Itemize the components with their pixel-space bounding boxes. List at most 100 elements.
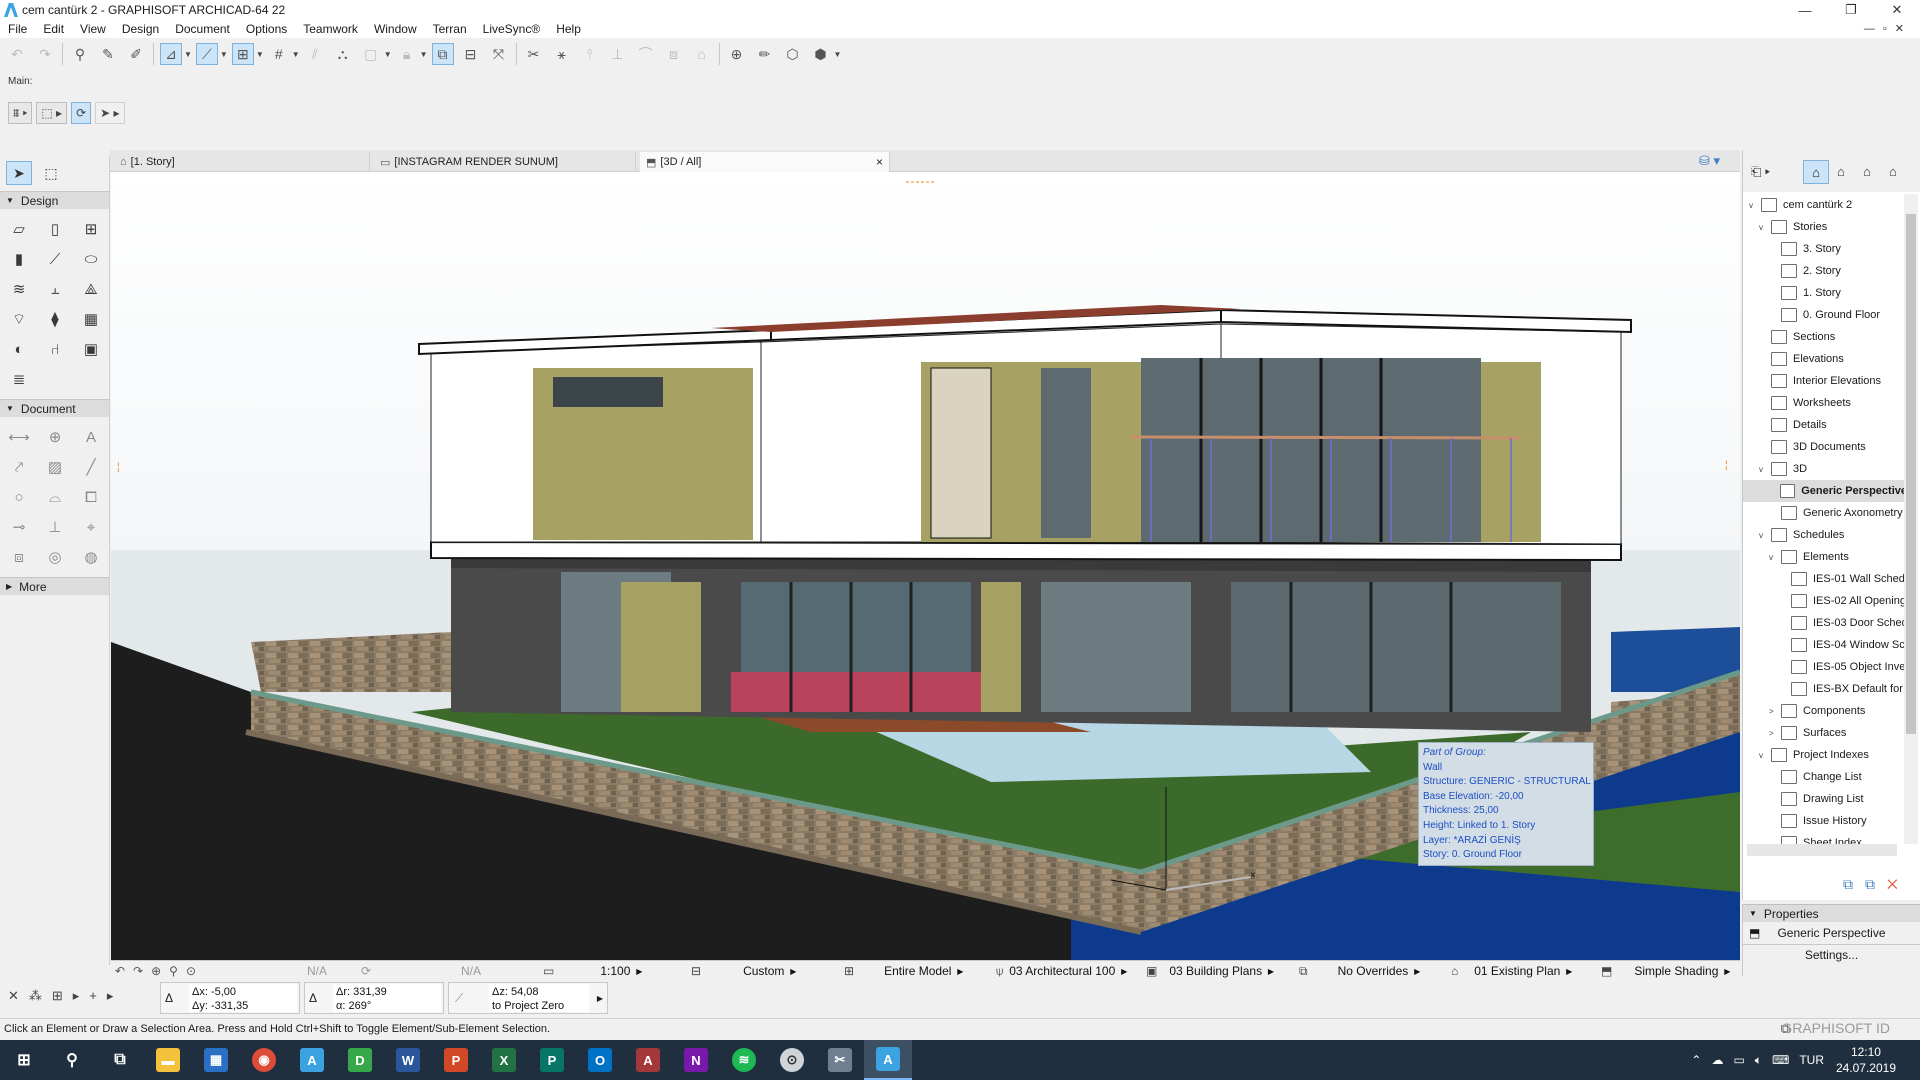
- 3d-pen-icon[interactable]: ✏: [754, 43, 776, 65]
- menu-options[interactable]: Options: [246, 22, 287, 36]
- menu-terran[interactable]: Terran: [433, 22, 467, 36]
- 3d-explode-icon[interactable]: ⊕: [726, 43, 748, 65]
- renovation-filter-selector[interactable]: ⌂ 01 Existing Plan ▶: [1451, 961, 1572, 981]
- tree-item-sections[interactable]: Sections: [1759, 326, 1835, 348]
- suspend-groups-icon[interactable]: ⛬: [332, 43, 354, 65]
- beam-tool-icon[interactable]: ⟋: [42, 247, 68, 271]
- tree-item-story[interactable]: 3. Story: [1769, 238, 1841, 260]
- menu-livesync[interactable]: LiveSync®: [483, 22, 541, 36]
- stair-tool-icon[interactable]: ≋: [6, 277, 32, 301]
- settings-button[interactable]: Settings...: [1743, 944, 1920, 964]
- grid-snap-icon[interactable]: #: [268, 43, 290, 65]
- line-tool-icon[interactable]: ╱: [78, 455, 104, 479]
- chevron-right-icon[interactable]: ▶: [597, 994, 603, 1003]
- tree-item-index[interactable]: Change List: [1769, 766, 1862, 788]
- layout-icon[interactable]: ⊟: [460, 43, 482, 65]
- element-filter-button[interactable]: ⩩ ▸: [8, 102, 33, 124]
- 3d-navigation-icon[interactable]: ⬢: [810, 43, 832, 65]
- tree-toggle-icon[interactable]: >: [1769, 729, 1779, 738]
- chevron-down-icon[interactable]: ▼: [292, 50, 300, 59]
- start-button[interactable]: ⊞: [0, 1040, 48, 1080]
- view-nav-icons[interactable]: ↶↷⊕⚲⊙: [115, 961, 204, 981]
- cloud-icon[interactable]: ☁: [1711, 1053, 1723, 1067]
- taskbar-app[interactable]: A: [288, 1040, 336, 1080]
- tree-item-story[interactable]: 0. Ground Floor: [1769, 304, 1880, 326]
- properties-header[interactable]: ▼ Properties: [1743, 904, 1920, 922]
- 3d-style-icon[interactable]: ⛁ ▾: [1699, 153, 1720, 169]
- split-icon[interactable]: ✂: [523, 43, 545, 65]
- menu-view[interactable]: View: [80, 22, 106, 36]
- pointer-button[interactable]: ➤ ▸: [95, 102, 125, 124]
- tree-item-schedule[interactable]: IES-01 Wall Schedule: [1779, 568, 1907, 590]
- taskbar-app[interactable]: A: [624, 1040, 672, 1080]
- shading-selector[interactable]: ⬒ Simple Shading ▶: [1601, 961, 1730, 981]
- marquee-tool-icon[interactable]: ⬚: [38, 161, 64, 185]
- nav-arrows-icon[interactable]: ⟳: [361, 961, 371, 981]
- chevron-down-icon[interactable]: ▼: [220, 50, 228, 59]
- rotate-orbit-button[interactable]: ⟳: [71, 102, 92, 124]
- mvo-selector[interactable]: ▣ 03 Building Plans ▶: [1146, 961, 1274, 981]
- tree-toggle-icon[interactable]: >: [1769, 707, 1779, 716]
- curtain-wall-tool-icon[interactable]: ▦: [78, 307, 104, 331]
- detail-tool-icon[interactable]: ◎: [42, 545, 68, 569]
- document-section-header[interactable]: ▼ Document: [0, 399, 109, 417]
- group-icon[interactable]: ▢: [360, 43, 382, 65]
- level-dimension-icon[interactable]: ⊕: [42, 425, 68, 449]
- delta-polar-box[interactable]: Δ Δr: 331,39 α: 269°: [304, 982, 444, 1014]
- object-tool-icon[interactable]: ⑁: [42, 337, 68, 361]
- lock-icon[interactable]: 🔒︎: [396, 43, 418, 65]
- 3d-cutaway-icon[interactable]: ⬡: [782, 43, 804, 65]
- mesh-tool-icon[interactable]: ≣: [6, 367, 32, 391]
- graphisoft-id-brand[interactable]: GRAPHISOFT ID: [1781, 1020, 1890, 1036]
- tree-item-index[interactable]: Drawing List: [1769, 788, 1864, 810]
- publisher-sets-icon[interactable]: ⌂: [1889, 164, 1897, 179]
- tree-item-schedule[interactable]: IES-02 All Openings: [1779, 590, 1907, 612]
- tab-close-icon[interactable]: ×: [876, 155, 883, 169]
- network-icon[interactable]: ▭: [1733, 1053, 1744, 1067]
- taskbar-app[interactable]: ⊙: [768, 1040, 816, 1080]
- shell-tool-icon[interactable]: ⌔: [6, 307, 32, 331]
- graphic-override-selector[interactable]: ⧉ No Overrides ▶: [1299, 961, 1420, 981]
- tree-item-surfaces[interactable]: > Surfaces: [1769, 722, 1846, 744]
- tree-toggle-icon[interactable]: v: [1759, 531, 1769, 540]
- offset-icon[interactable]: ⫯: [579, 43, 601, 65]
- menu-document[interactable]: Document: [175, 22, 230, 36]
- delta-xy-box[interactable]: Δ Δx: -5,00 Δy: -331,35: [160, 982, 300, 1014]
- merge-icon[interactable]: ⧈: [663, 43, 685, 65]
- fit-icon[interactable]: ⤧: [488, 43, 510, 65]
- roof-tool-icon[interactable]: ⟁: [78, 277, 104, 301]
- scrollbar-thumb[interactable]: [1906, 214, 1916, 734]
- chevron-down-icon[interactable]: ▼: [256, 50, 264, 59]
- roof-icon[interactable]: ⌂: [691, 43, 713, 65]
- project-map-icon[interactable]: ⌂: [1803, 160, 1829, 184]
- structure-display-selector[interactable]: ⊟ Custom ▶: [691, 961, 796, 981]
- tree-item-project-indexes[interactable]: v Project Indexes: [1759, 744, 1869, 766]
- taskbar-app[interactable]: ▬: [144, 1040, 192, 1080]
- delete-icon[interactable]: ✕: [1887, 876, 1910, 892]
- tree-item-elevations[interactable]: Elevations: [1759, 348, 1844, 370]
- trace-icon[interactable]: ⧉: [431, 43, 454, 65]
- tree-item-schedule[interactable]: IES-BX Default for: [1779, 678, 1903, 700]
- wall-tool-icon[interactable]: ▱: [6, 217, 32, 241]
- polyline-tool-icon[interactable]: ⌓: [42, 485, 68, 509]
- tree-item-elements[interactable]: v Elements: [1769, 546, 1849, 568]
- menu-design[interactable]: Design: [122, 22, 159, 36]
- tree-item-index[interactable]: Issue History: [1769, 810, 1867, 832]
- tree-item-generic-axonometry[interactable]: Generic Axonometry: [1769, 502, 1903, 524]
- column-tool-icon[interactable]: ▮: [6, 247, 32, 271]
- tab-1-story[interactable]: ⌂ [1. Story]: [114, 152, 370, 172]
- navigator-scrollbar[interactable]: [1904, 194, 1918, 844]
- tab-instagram-render[interactable]: ▭ [INSTAGRAM RENDER SUNUM]: [374, 152, 636, 172]
- chevron-down-icon[interactable]: ▼: [420, 50, 428, 59]
- menu-teamwork[interactable]: Teamwork: [303, 22, 358, 36]
- fill-tool-icon[interactable]: ▨: [42, 455, 68, 479]
- taskbar-app[interactable]: ▦: [192, 1040, 240, 1080]
- section-tool-icon[interactable]: ⊸: [6, 515, 32, 539]
- taskbar-app[interactable]: D: [336, 1040, 384, 1080]
- menu-help[interactable]: Help: [556, 22, 581, 36]
- dimension-tool-icon[interactable]: ⟷: [6, 425, 32, 449]
- chevron-down-icon[interactable]: ▼: [384, 50, 392, 59]
- tree-item-details[interactable]: Details: [1759, 414, 1827, 436]
- tree-item-story[interactable]: 2. Story: [1769, 260, 1841, 282]
- syringe-icon[interactable]: ✐: [125, 43, 147, 65]
